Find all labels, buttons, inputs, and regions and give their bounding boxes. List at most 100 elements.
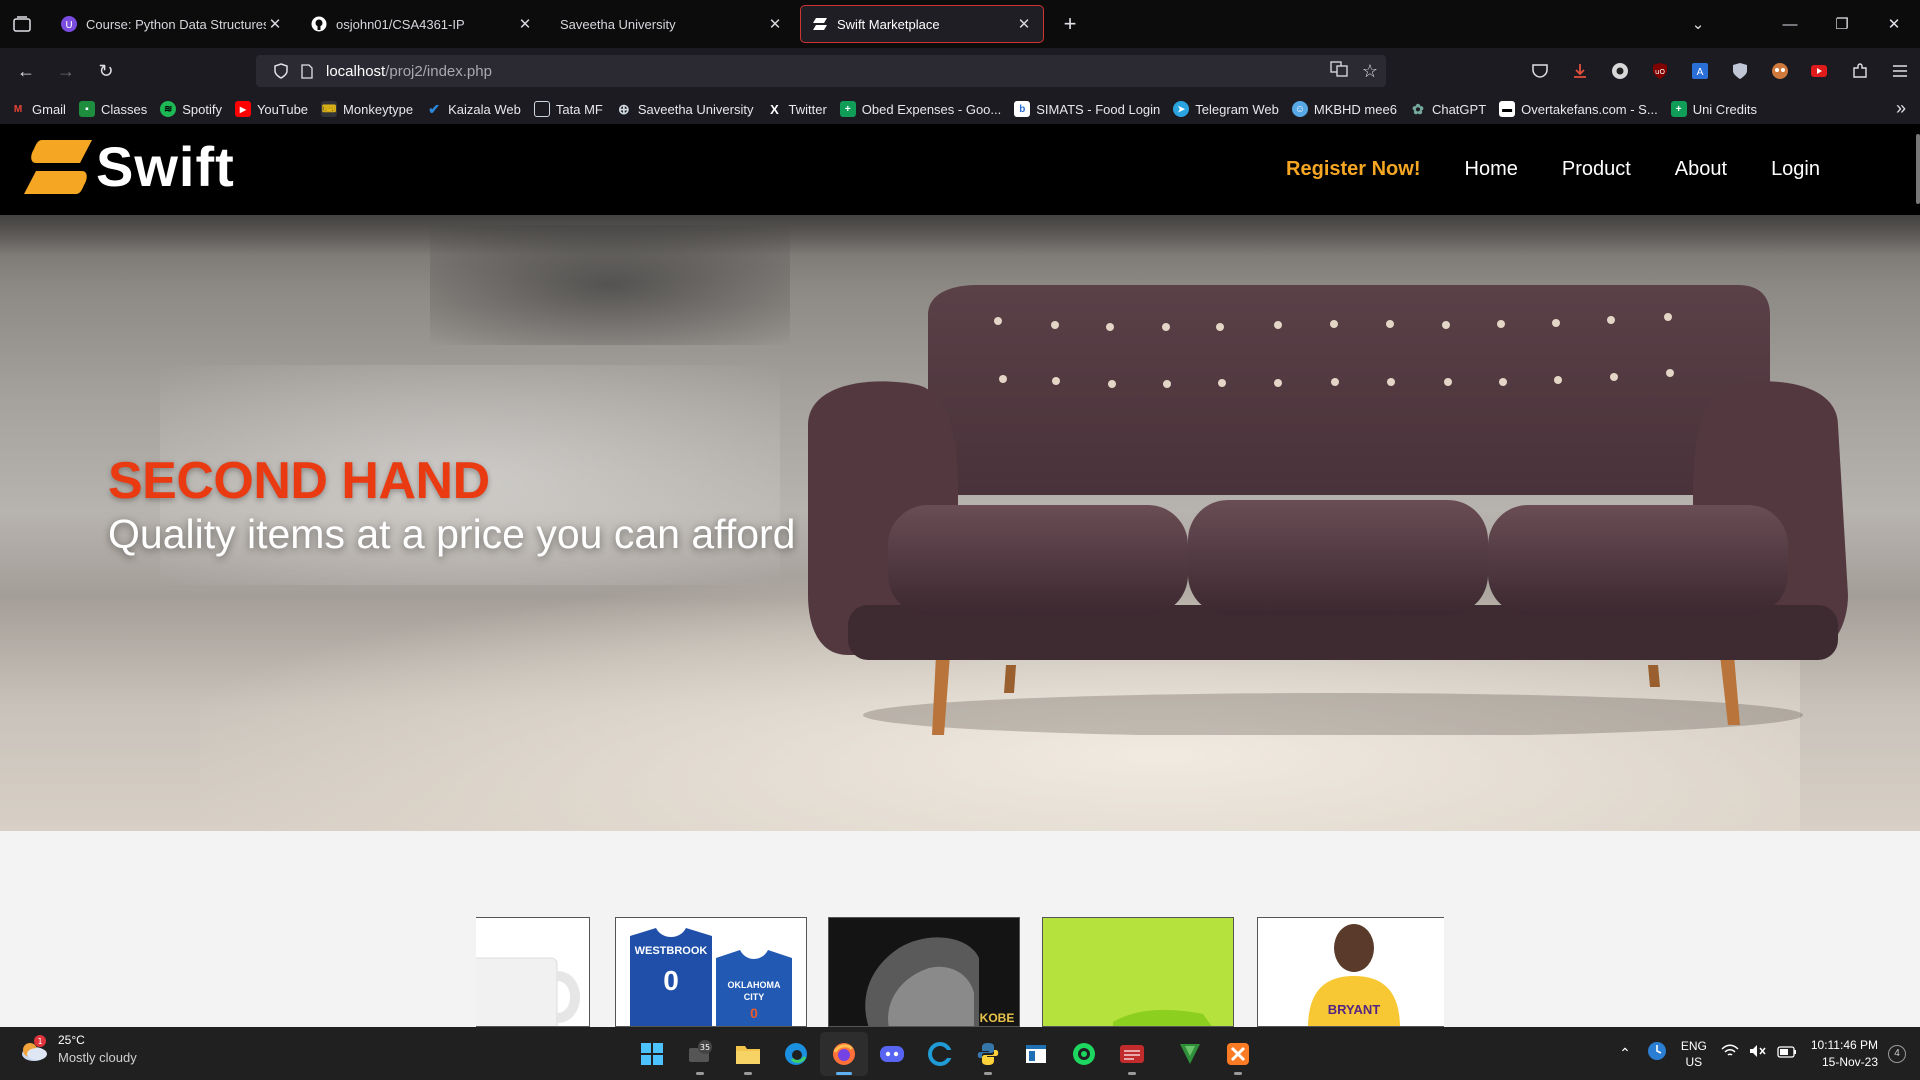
bookmark-uni-credits[interactable]: + Uni Credits <box>1670 101 1757 117</box>
tab-course[interactable]: U Course: Python Data Structures ✕ <box>50 5 294 43</box>
extensions-puzzle-icon[interactable] <box>1840 51 1880 91</box>
page-viewport: Swift Register Now! Home Product About L… <box>0 124 1920 1027</box>
close-icon[interactable]: ✕ <box>766 15 784 33</box>
tab-title: osjohn01/CSA4361-IP <box>336 16 465 32</box>
nav-register-link[interactable]: Register Now! <box>1286 158 1420 181</box>
notepad-button[interactable] <box>1012 1032 1060 1076</box>
close-icon[interactable]: ✕ <box>266 15 284 33</box>
python-button[interactable] <box>964 1032 1012 1076</box>
close-window-button[interactable]: ✕ <box>1868 0 1920 48</box>
task-view-button[interactable]: 35 <box>676 1032 724 1076</box>
youtube-extension-icon[interactable] <box>1800 51 1840 91</box>
bookmark-chatgpt[interactable]: ✿ ChatGPT <box>1410 101 1486 117</box>
translate-extension-icon[interactable]: A <box>1680 51 1720 91</box>
tab-list-icon <box>13 16 31 32</box>
page-info-icon[interactable] <box>294 63 320 79</box>
product-card-mug[interactable] <box>476 917 590 1027</box>
site-logo[interactable]: Swift <box>22 134 235 199</box>
minimize-button[interactable]: — <box>1764 0 1816 48</box>
shield-icon[interactable] <box>268 63 294 79</box>
bookmark-star-icon[interactable]: ☆ <box>1362 61 1378 82</box>
bookmarks-bar: M Gmail ▪ Classes ≋ Spotify ▶ YouTube ⌨ Monke… <box>0 94 1920 124</box>
bookmark-mee6[interactable]: ☺ MKBHD mee6 <box>1291 101 1397 117</box>
bookmark-saveetha[interactable]: ⊕ Saveetha University <box>616 101 754 117</box>
new-tab-button[interactable]: + <box>1052 6 1088 42</box>
nav-product-link[interactable]: Product <box>1562 158 1631 181</box>
tab-saveetha[interactable]: Saveetha University ✕ <box>550 5 794 43</box>
bookmark-obed-expenses[interactable]: + Obed Expenses - Goo... <box>839 101 1001 117</box>
bookmark-telegram[interactable]: ➤ Telegram Web <box>1173 101 1279 117</box>
discord-button[interactable] <box>868 1032 916 1076</box>
tab-swift-marketplace[interactable]: Swift Marketplace ✕ <box>800 5 1044 43</box>
product-card-lakers-jersey[interactable]: BRYANT <box>1257 917 1444 1027</box>
bookmark-youtube[interactable]: ▶ YouTube <box>234 101 308 117</box>
back-button[interactable]: ← <box>6 51 46 91</box>
clock[interactable]: 10:11:46 PM 15-Nov-23 <box>1811 1037 1878 1071</box>
wifi-icon[interactable] <box>1721 1044 1739 1063</box>
close-icon[interactable]: ✕ <box>516 15 534 33</box>
reload-button[interactable]: ↻ <box>86 51 126 91</box>
profile-extension-icon[interactable] <box>1760 51 1800 91</box>
terminal-app-button[interactable] <box>1108 1032 1156 1076</box>
pocket-icon[interactable] <box>1520 51 1560 91</box>
menu-icon[interactable] <box>1880 51 1920 91</box>
svg-text:0: 0 <box>750 1005 758 1021</box>
forward-button[interactable]: → <box>46 51 86 91</box>
product-card-shoe[interactable] <box>1042 917 1234 1027</box>
chevron-down-icon[interactable]: ⌄ <box>1672 0 1724 48</box>
notification-badge[interactable]: 4 <box>1888 1044 1906 1063</box>
translate-icon[interactable] <box>1330 60 1348 82</box>
battery-icon[interactable] <box>1777 1045 1797 1063</box>
bookmark-simats[interactable]: b SIMATS - Food Login <box>1014 101 1160 117</box>
bookmark-classes[interactable]: ▪ Classes <box>78 101 147 117</box>
download-icon[interactable] <box>1560 51 1600 91</box>
ublock-icon[interactable]: uO <box>1640 51 1680 91</box>
kaizala-icon: ✔ <box>428 100 440 117</box>
task-view-icon: 35 <box>689 1040 712 1062</box>
url-bar[interactable]: localhost/proj2/index.php ☆ <box>256 55 1386 87</box>
bookmark-gmail[interactable]: M Gmail <box>10 101 66 117</box>
chevron-up-icon[interactable]: ⌃ <box>1619 1045 1631 1062</box>
bookmark-label: MKBHD mee6 <box>1313 101 1397 117</box>
close-icon[interactable]: ✕ <box>1015 15 1033 33</box>
bookmark-monkeytype[interactable]: ⌨ Monkeytype <box>321 101 413 117</box>
weather-widget[interactable]: 1 25°C Mostly cloudy <box>18 1033 137 1065</box>
firefox-icon <box>833 1043 855 1065</box>
nav-login-link[interactable]: Login <box>1771 158 1820 181</box>
bookmark-spotify[interactable]: ≋ Spotify <box>160 101 222 117</box>
code-editor-button[interactable] <box>916 1032 964 1076</box>
volume-muted-icon[interactable] <box>1749 1044 1767 1063</box>
chevron-right-icon[interactable]: » <box>1896 98 1906 119</box>
vim-button[interactable] <box>1166 1032 1214 1076</box>
tab-list-button[interactable] <box>0 0 44 48</box>
bookmark-kaizala[interactable]: ✔ Kaizala Web <box>426 101 521 117</box>
start-button[interactable] <box>628 1032 676 1076</box>
product-card-jersey[interactable]: WESTBROOK 0 OKLAHOMA CITY 0 <box>615 917 807 1027</box>
edge-button[interactable] <box>772 1032 820 1076</box>
product-card-book[interactable]: KOBE <box>828 917 1020 1027</box>
bookmark-label: SIMATS - Food Login <box>1036 101 1161 117</box>
url-path: /proj2/index.php <box>385 62 492 80</box>
bookmark-label: Tata MF <box>555 101 603 117</box>
bookmark-label: Spotify <box>182 101 222 117</box>
svg-text:0: 0 <box>663 965 679 996</box>
privacy-shield-icon[interactable] <box>1720 51 1760 91</box>
nav-about-link[interactable]: About <box>1675 158 1727 181</box>
extension-circle-icon[interactable] <box>1600 51 1640 91</box>
spotify-app-button[interactable] <box>1060 1032 1108 1076</box>
telegram-icon: ➤ <box>1173 101 1190 117</box>
bookmark-tata-mf[interactable]: Tata MF <box>533 101 603 117</box>
clock-tray-icon[interactable] <box>1647 1041 1667 1066</box>
svg-text:A: A <box>1697 67 1704 78</box>
page-icon: b <box>1014 101 1031 117</box>
bookmark-twitter[interactable]: X Twitter <box>766 101 827 117</box>
bookmark-overtakefans[interactable]: ▬ Overtakefans.com - S... <box>1499 101 1658 117</box>
language-indicator[interactable]: ENG US <box>1681 1038 1707 1070</box>
file-explorer-button[interactable] <box>724 1032 772 1076</box>
page-scrollbar[interactable] <box>1916 134 1920 204</box>
tab-github[interactable]: osjohn01/CSA4361-IP ✕ <box>300 5 544 43</box>
firefox-button[interactable] <box>820 1032 868 1076</box>
restore-button[interactable]: ❐ <box>1816 0 1868 48</box>
xampp-button[interactable] <box>1214 1032 1262 1076</box>
nav-home-link[interactable]: Home <box>1465 158 1518 181</box>
